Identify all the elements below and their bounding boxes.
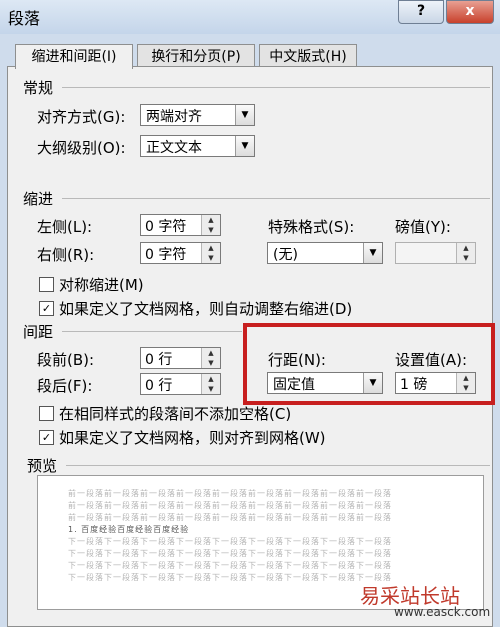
tab-line-page-breaks[interactable]: 换行和分页(P) — [137, 44, 255, 68]
dropdown-arrow-icon[interactable]: ▼ — [363, 243, 382, 263]
special-indent-value: (无) — [273, 247, 298, 263]
general-section-label: 常规 — [23, 79, 54, 97]
snap-to-grid-label: 如果定义了文档网格，则对齐到网格(W) — [59, 429, 326, 447]
dialog-title: 段落 — [8, 9, 41, 28]
space-after-spinner[interactable]: 0 行 ▲ ▼ — [140, 373, 221, 395]
spin-buttons[interactable]: ▲ ▼ — [456, 243, 475, 263]
special-indent-select[interactable]: (无) ▼ — [267, 242, 383, 264]
spin-up-icon[interactable]: ▲ — [208, 216, 213, 224]
dropdown-arrow-icon[interactable]: ▼ — [235, 105, 254, 125]
spin-down-icon[interactable]: ▼ — [208, 254, 213, 262]
left-indent-label: 左侧(L): — [37, 218, 93, 236]
space-after-label: 段后(F): — [37, 377, 93, 395]
outline-level-select[interactable]: 正文文本 ▼ — [140, 135, 255, 157]
indent-by-label: 磅值(Y): — [395, 218, 451, 236]
no-space-same-style-label: 在相同样式的段落间不添加空格(C) — [59, 405, 292, 423]
preview-sample-text: 1. 百度经验百度经验百度经验 — [68, 525, 190, 534]
alignment-select[interactable]: 两端对齐 ▼ — [140, 104, 255, 126]
outline-level-value: 正文文本 — [146, 140, 202, 156]
left-indent-spinner[interactable]: 0 字符 ▲ ▼ — [140, 214, 221, 236]
spin-up-icon[interactable]: ▲ — [208, 375, 213, 383]
no-space-same-style-checkbox[interactable] — [39, 406, 54, 421]
preview-section-label: 预览 — [27, 457, 58, 475]
outline-level-label: 大纲级别(O): — [37, 139, 126, 157]
highlight-box — [243, 323, 495, 405]
left-indent-value: 0 字符 — [145, 219, 187, 235]
space-before-value: 0 行 — [145, 352, 173, 368]
space-after-value: 0 行 — [145, 378, 173, 394]
preview-next-line: 下一段落下一段落下一段落下一段落下一段落下一段落下一段落下一段落下一段落 — [68, 561, 392, 570]
help-button[interactable]: ? — [398, 0, 444, 24]
preview-next-line: 下一段落下一段落下一段落下一段落下一段落下一段落下一段落下一段落下一段落 — [68, 549, 392, 558]
checkmark-icon: ✓ — [41, 302, 52, 315]
divider — [66, 465, 490, 466]
mirror-indent-label: 对称缩进(M) — [59, 276, 144, 294]
spin-down-icon[interactable]: ▼ — [208, 385, 213, 393]
spin-up-icon[interactable]: ▲ — [463, 244, 468, 252]
preview-prev-line: 前一段落前一段落前一段落前一段落前一段落前一段落前一段落前一段落前一段落 — [68, 513, 392, 522]
auto-adjust-indent-label: 如果定义了文档网格，则自动调整右缩进(D) — [59, 300, 353, 318]
auto-adjust-indent-checkbox[interactable]: ✓ — [39, 301, 54, 316]
spin-buttons[interactable]: ▲ ▼ — [201, 243, 220, 263]
spin-buttons[interactable]: ▲ ▼ — [201, 215, 220, 235]
preview-prev-line: 前一段落前一段落前一段落前一段落前一段落前一段落前一段落前一段落前一段落 — [68, 489, 392, 498]
right-indent-label: 右侧(R): — [37, 246, 95, 264]
dropdown-arrow-icon[interactable]: ▼ — [235, 136, 254, 156]
divider — [62, 331, 242, 332]
tab-indents-spacing[interactable]: 缩进和间距(I) — [15, 44, 133, 69]
close-button[interactable]: x — [446, 0, 494, 24]
spacing-section-label: 间距 — [23, 323, 54, 341]
spin-up-icon[interactable]: ▲ — [208, 244, 213, 252]
right-indent-value: 0 字符 — [145, 247, 187, 263]
alignment-value: 两端对齐 — [146, 109, 202, 125]
preview-prev-line: 前一段落前一段落前一段落前一段落前一段落前一段落前一段落前一段落前一段落 — [68, 501, 392, 510]
spin-up-icon[interactable]: ▲ — [208, 349, 213, 357]
snap-to-grid-checkbox[interactable]: ✓ — [39, 430, 54, 445]
tab-asian-typography[interactable]: 中文版式(H) — [259, 44, 357, 68]
spin-down-icon[interactable]: ▼ — [208, 226, 213, 234]
spin-down-icon[interactable]: ▼ — [463, 254, 468, 262]
divider — [62, 198, 490, 199]
space-before-label: 段前(B): — [37, 351, 95, 369]
mirror-indent-checkbox[interactable] — [39, 277, 54, 292]
divider — [62, 87, 490, 88]
indent-by-spinner[interactable]: ▲ ▼ — [395, 242, 476, 264]
spin-buttons[interactable]: ▲ ▼ — [201, 374, 220, 394]
checkmark-icon: ✓ — [41, 431, 52, 444]
special-indent-label: 特殊格式(S): — [268, 218, 355, 236]
indent-section-label: 缩进 — [23, 190, 54, 208]
spin-buttons[interactable]: ▲ ▼ — [201, 348, 220, 368]
spin-down-icon[interactable]: ▼ — [208, 359, 213, 367]
space-before-spinner[interactable]: 0 行 ▲ ▼ — [140, 347, 221, 369]
watermark-url: www.easck.com — [394, 605, 491, 619]
alignment-label: 对齐方式(G): — [37, 108, 126, 126]
right-indent-spinner[interactable]: 0 字符 ▲ ▼ — [140, 242, 221, 264]
preview-next-line: 下一段落下一段落下一段落下一段落下一段落下一段落下一段落下一段落下一段落 — [68, 537, 392, 546]
